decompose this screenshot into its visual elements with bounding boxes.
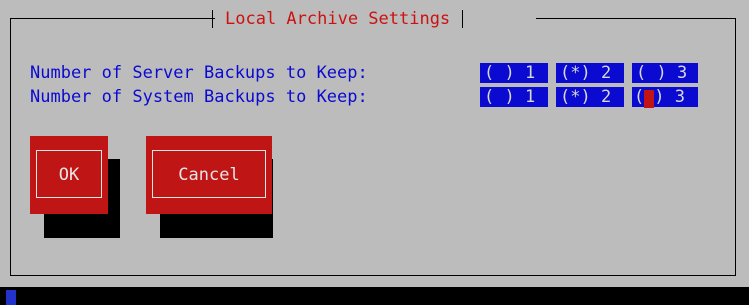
server-backups-option-3[interactable]: ( ) 3: [632, 63, 698, 83]
system-backups-option-3[interactable]: (▮) 3: [632, 87, 698, 110]
frame-top-border-left: [10, 18, 215, 19]
ok-button-label: OK: [58, 165, 80, 185]
server-backups-option-2[interactable]: (*) 2: [556, 63, 624, 83]
server-backups-label: Number of Server Backups to Keep:: [30, 63, 368, 83]
server-backups-option-1[interactable]: ( ) 1: [480, 63, 548, 83]
system-backups-option-3-rest: ) 3: [654, 87, 685, 107]
cancel-button[interactable]: Cancel: [146, 136, 272, 214]
cancel-button-label: Cancel: [178, 165, 240, 185]
title-right-tick: [462, 10, 464, 28]
ok-button[interactable]: OK: [30, 136, 108, 214]
system-backups-option-1[interactable]: ( ) 1: [480, 87, 548, 107]
text-cursor: ▮: [644, 90, 655, 110]
system-backups-label: Number of System Backups to Keep:: [30, 87, 368, 107]
status-bar: [0, 287, 749, 305]
dialog-title: Local Archive Settings: [225, 9, 451, 29]
status-cursor-block: [6, 290, 16, 305]
frame-top-border-right: [536, 18, 736, 19]
dialog-title-area: Local Archive Settings: [212, 8, 464, 30]
system-backups-option-2[interactable]: (*) 2: [556, 87, 624, 107]
